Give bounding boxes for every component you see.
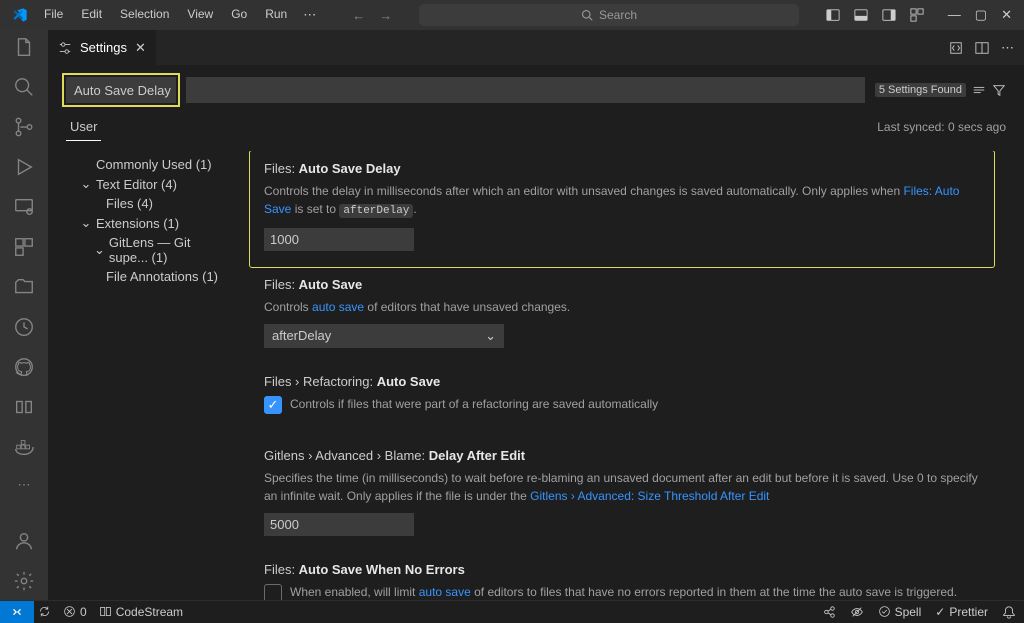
gitlens-icon[interactable]	[12, 316, 36, 338]
auto-save-select[interactable]: afterDelay⌄	[264, 324, 504, 348]
tab-label: Settings	[80, 40, 127, 55]
refactoring-auto-save-checkbox[interactable]: ✓	[264, 396, 282, 414]
vscode-logo-icon	[12, 7, 28, 23]
toc-extensions[interactable]: ⌄Extensions (1)	[66, 213, 232, 233]
explorer-icon[interactable]	[12, 36, 36, 58]
setting-description: When enabled, will limit auto save of ed…	[290, 583, 980, 601]
menu-go[interactable]: Go	[223, 3, 255, 27]
docker-icon[interactable]	[12, 436, 36, 458]
blame-delay-input[interactable]	[264, 513, 414, 536]
status-live-share[interactable]	[822, 605, 836, 619]
chevron-down-icon: ⌄	[94, 242, 105, 258]
nav-arrows: ← →	[352, 8, 392, 23]
toc-file-annotations[interactable]: File Annotations (1)	[66, 267, 232, 286]
remote-explorer-icon[interactable]	[12, 196, 36, 218]
window-minimize-icon[interactable]: —	[948, 7, 961, 23]
setting-blame-delay-after-edit: Gitlens › Advanced › Blame: Delay After …	[250, 438, 994, 552]
settings-list[interactable]: Files: Auto Save Delay Controls the dela…	[232, 151, 1006, 600]
auto-save-no-errors-checkbox[interactable]	[264, 584, 282, 601]
setting-description: Controls auto save of editors that have …	[264, 298, 980, 316]
settings-search-input-wrapper	[66, 77, 176, 103]
settings-gear-icon[interactable]	[12, 570, 36, 592]
menu-run[interactable]: Run	[257, 3, 295, 27]
setting-description: Controls the delay in milliseconds after…	[264, 182, 980, 220]
toc-commonly-used[interactable]: Commonly Used (1)	[66, 155, 232, 174]
nav-forward-icon[interactable]: →	[379, 8, 392, 23]
settings-search-extension	[186, 77, 865, 103]
menu-view[interactable]: View	[179, 3, 221, 27]
toc-text-editor[interactable]: ⌄Text Editor (4)	[66, 174, 232, 194]
nav-back-icon[interactable]: ←	[352, 8, 365, 23]
status-sync[interactable]	[38, 605, 51, 618]
layout-panel-icon[interactable]	[854, 8, 868, 22]
clear-search-icon[interactable]	[972, 83, 986, 97]
title-bar: File Edit Selection View Go Run ⋯ ← → Se…	[0, 0, 1024, 30]
run-debug-icon[interactable]	[12, 156, 36, 178]
layout-sidebar-left-icon[interactable]	[826, 8, 840, 22]
setting-refactoring-auto-save: Files › Refactoring: Auto Save ✓ Control…	[250, 364, 994, 430]
link-auto-save[interactable]: auto save	[419, 585, 471, 599]
link-auto-save[interactable]: auto save	[312, 300, 364, 314]
setting-auto-save-delay: Files: Auto Save Delay Controls the dela…	[250, 151, 994, 267]
tab-close-icon[interactable]: ✕	[135, 40, 146, 56]
status-spell[interactable]: Spell	[878, 605, 922, 619]
settings-icon	[58, 41, 72, 55]
chevron-down-icon: ⌄	[80, 215, 92, 231]
chevron-down-icon: ⌄	[485, 328, 496, 344]
setting-auto-save: Files: Auto Save Controls auto save of e…	[250, 267, 994, 364]
command-center-search[interactable]: Search	[419, 4, 799, 26]
status-problems[interactable]: 0	[63, 605, 87, 619]
setting-auto-save-no-errors: Files: Auto Save When No Errors When ena…	[250, 552, 994, 601]
status-bar: 0 CodeStream Spell ✓Prettier	[0, 600, 1024, 622]
github-icon[interactable]	[12, 356, 36, 378]
extensions-icon[interactable]	[12, 236, 36, 258]
window-close-icon[interactable]: ✕	[1001, 7, 1012, 23]
status-crossed-eye[interactable]	[850, 605, 864, 619]
layout-sidebar-right-icon[interactable]	[882, 8, 896, 22]
search-activity-icon[interactable]	[12, 76, 36, 98]
split-editor-icon[interactable]	[975, 41, 989, 55]
menu-selection[interactable]: Selection	[112, 3, 177, 27]
filter-icon[interactable]	[992, 83, 1006, 97]
scope-user-tab[interactable]: User	[66, 113, 101, 141]
settings-toc: Commonly Used (1) ⌄Text Editor (4) Files…	[66, 151, 232, 600]
remote-indicator[interactable]	[0, 601, 34, 623]
sync-status: Last synced: 0 secs ago	[877, 120, 1006, 134]
command-center-placeholder: Search	[599, 8, 637, 22]
toc-files[interactable]: Files (4)	[66, 194, 232, 213]
auto-save-delay-input[interactable]	[264, 228, 414, 251]
menu-overflow-icon[interactable]: ⋯	[297, 3, 322, 27]
status-notifications-icon[interactable]	[1002, 605, 1016, 619]
status-codestream[interactable]: CodeStream	[99, 605, 183, 619]
search-icon	[581, 9, 593, 21]
status-prettier[interactable]: ✓Prettier	[935, 605, 988, 619]
setting-description: Specifies the time (in milliseconds) to …	[264, 469, 980, 505]
tab-more-icon[interactable]: ⋯	[1001, 40, 1014, 56]
accounts-icon[interactable]	[12, 530, 36, 552]
codestream-icon[interactable]	[12, 396, 36, 418]
toc-gitlens[interactable]: ⌄GitLens — Git supe... (1)	[66, 233, 232, 267]
window-maximize-icon[interactable]: ▢	[975, 7, 987, 23]
activity-overflow-icon[interactable]: ⋯	[12, 476, 36, 494]
source-control-icon[interactable]	[12, 116, 36, 138]
setting-description: Controls if files that were part of a re…	[290, 395, 658, 413]
chevron-down-icon: ⌄	[80, 176, 92, 192]
projects-icon[interactable]	[12, 276, 36, 298]
open-settings-json-icon[interactable]	[949, 41, 963, 55]
menu-file[interactable]: File	[36, 3, 71, 27]
settings-found-badge: 5 Settings Found	[875, 83, 966, 97]
menu-edit[interactable]: Edit	[73, 3, 110, 27]
layout-customize-icon[interactable]	[910, 8, 924, 22]
tab-settings[interactable]: Settings ✕	[48, 30, 157, 65]
editor-tabs: Settings ✕ ⋯	[48, 30, 1024, 65]
activity-bar: ⋯	[0, 30, 48, 600]
app-menu: File Edit Selection View Go Run ⋯	[36, 3, 322, 27]
link-size-threshold[interactable]: Gitlens › Advanced: Size Threshold After…	[530, 489, 769, 503]
